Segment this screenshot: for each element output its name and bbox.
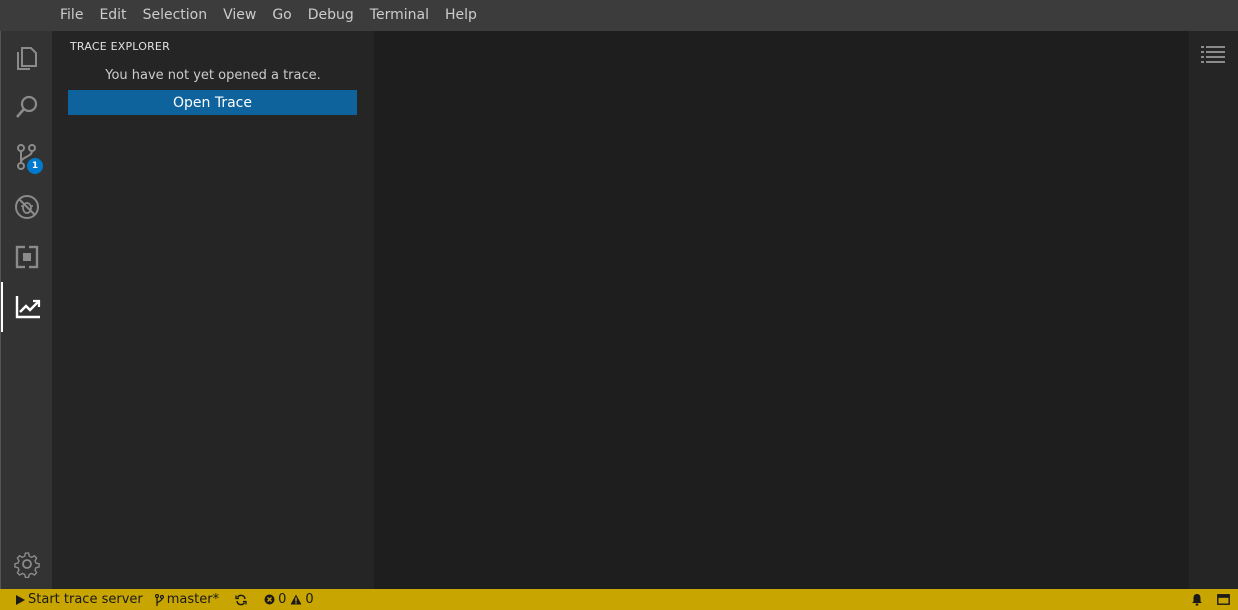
- menu-selection[interactable]: Selection: [135, 0, 216, 31]
- search-icon: [16, 95, 38, 118]
- ide-window: File Edit Selection View Go Debug Termin…: [0, 0, 1238, 610]
- activity-extensions[interactable]: [1, 232, 53, 282]
- git-branch-icon: [154, 593, 164, 606]
- menu-go[interactable]: Go: [264, 0, 299, 31]
- open-trace-button[interactable]: Open Trace: [68, 90, 357, 115]
- trace-chart-icon: [15, 296, 41, 319]
- outline-list-icon[interactable]: [1201, 45, 1225, 65]
- error-count: 0: [278, 592, 287, 607]
- start-trace-server-item[interactable]: Start trace server: [0, 592, 149, 607]
- start-trace-server-label: Start trace server: [28, 592, 143, 607]
- problems-item[interactable]: 0 0: [256, 592, 320, 607]
- bell-icon[interactable]: [1191, 593, 1203, 606]
- activity-debug[interactable]: [1, 182, 53, 232]
- menu-help[interactable]: Help: [437, 0, 485, 31]
- gear-icon: [14, 552, 40, 578]
- menu-file[interactable]: File: [52, 0, 91, 31]
- activity-bar: 1: [0, 31, 52, 589]
- menu-edit[interactable]: Edit: [91, 0, 134, 31]
- debug-icon: [15, 195, 39, 219]
- trace-explorer-panel: TRACE EXPLORER You have not yet opened a…: [52, 31, 374, 589]
- activity-search[interactable]: [1, 82, 53, 132]
- git-branch-label: master*: [166, 592, 220, 607]
- editor-area[interactable]: [374, 31, 1189, 589]
- toggle-panel-icon[interactable]: [1217, 594, 1230, 605]
- extensions-icon: [15, 245, 39, 269]
- activity-explorer[interactable]: [1, 33, 53, 83]
- activity-settings[interactable]: [1, 539, 53, 589]
- files-icon: [17, 47, 37, 70]
- git-branch-item[interactable]: master*: [149, 592, 225, 607]
- play-icon: [16, 594, 25, 605]
- sync-item[interactable]: [225, 594, 256, 606]
- activity-source-control[interactable]: 1: [1, 132, 53, 182]
- source-control-badge: 1: [27, 158, 43, 174]
- status-bar: Start trace server master* 0 0: [0, 589, 1238, 610]
- menu-view[interactable]: View: [215, 0, 264, 31]
- menu-terminal[interactable]: Terminal: [362, 0, 437, 31]
- activity-trace-viewer[interactable]: [1, 282, 53, 332]
- right-side-panel: [1189, 31, 1238, 589]
- warning-icon: [290, 594, 302, 605]
- status-bar-right: [1191, 593, 1238, 606]
- menu-debug[interactable]: Debug: [300, 0, 362, 31]
- error-icon: [264, 594, 275, 605]
- empty-state-message: You have not yet opened a trace.: [105, 68, 321, 83]
- panel-title: TRACE EXPLORER: [70, 40, 170, 53]
- menu-bar: File Edit Selection View Go Debug Termin…: [0, 0, 1238, 31]
- sync-icon: [235, 594, 247, 605]
- warning-count: 0: [305, 592, 314, 607]
